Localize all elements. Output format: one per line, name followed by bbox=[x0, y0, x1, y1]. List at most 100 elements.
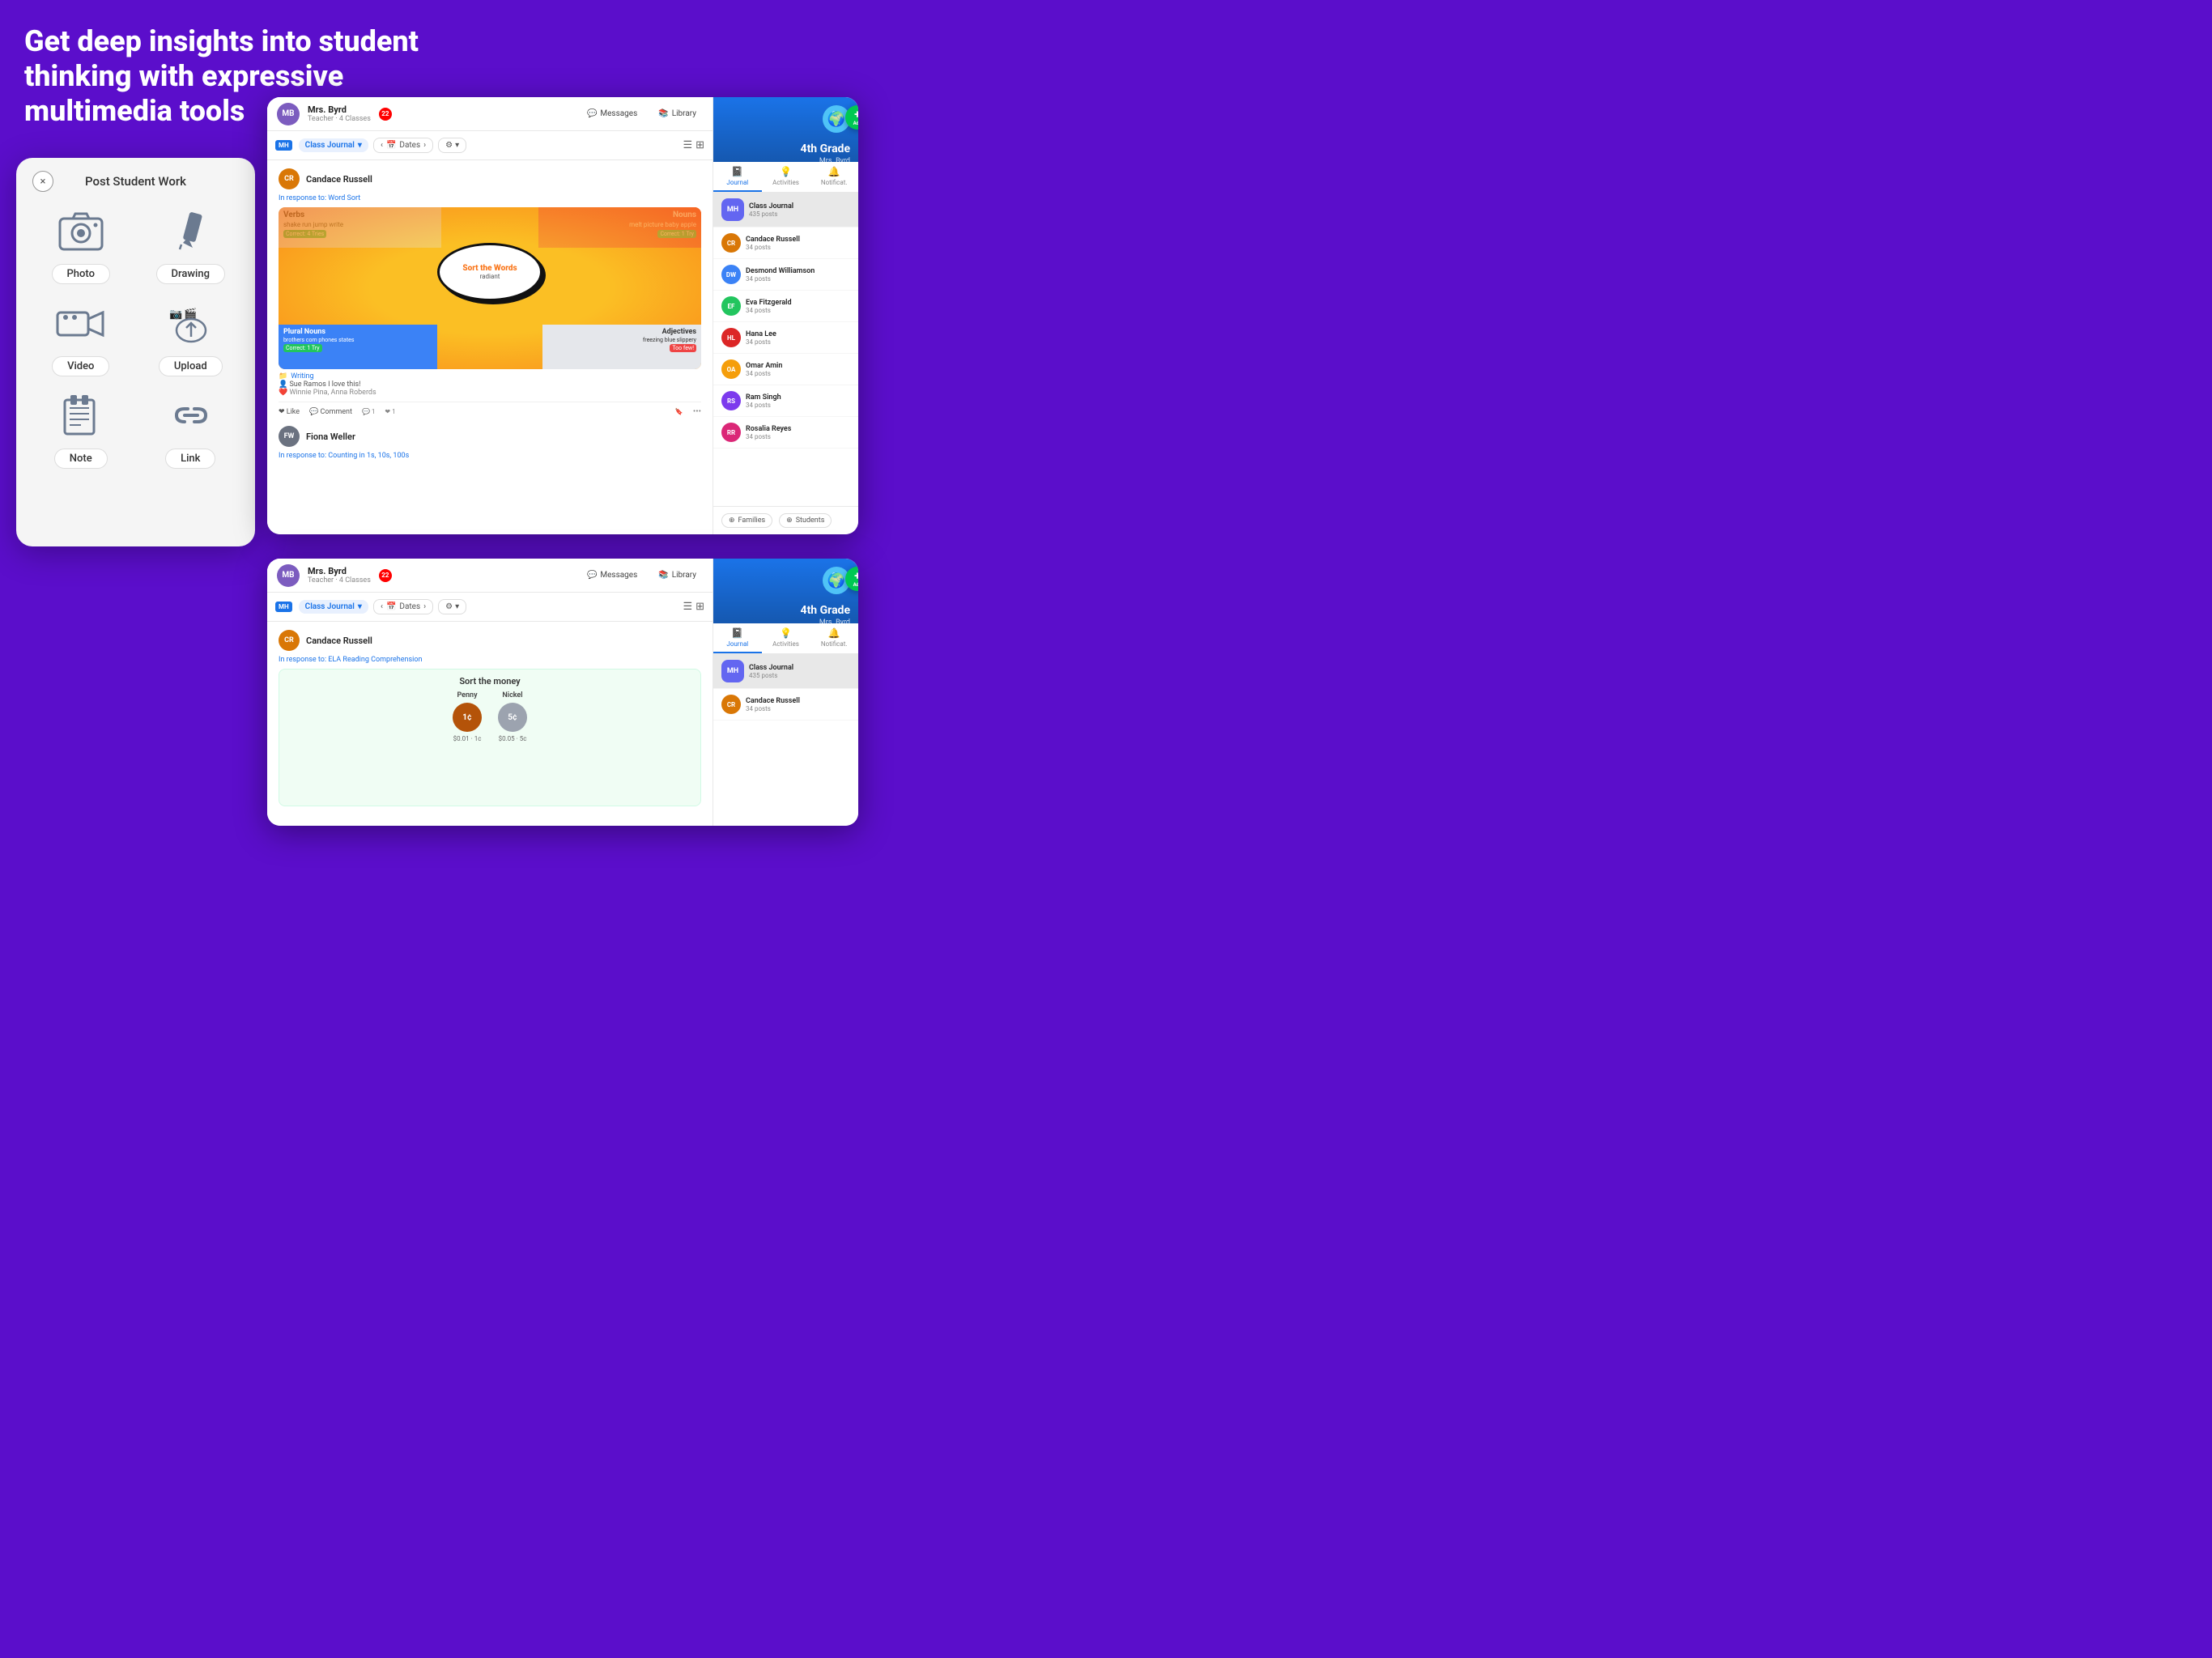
note-label: Note bbox=[54, 449, 108, 469]
sidebar-item-class-journal[interactable]: MH Class Journal 435 posts bbox=[713, 193, 858, 227]
eva-avatar: EF bbox=[721, 296, 741, 316]
photo-label: Photo bbox=[52, 264, 110, 284]
class-journal-avatar-2: MH bbox=[721, 660, 744, 682]
class-journal-info: Class Journal 435 posts bbox=[749, 202, 793, 218]
response-tag-3: In response to: ELA Reading Comprehensio… bbox=[279, 656, 701, 664]
post-likes-1: ❤️ Winnie Pina, Anna Roberds bbox=[279, 389, 701, 397]
filter-btn[interactable]: ⚙ ▾ bbox=[438, 138, 466, 153]
modal-item-link[interactable]: Link bbox=[143, 389, 240, 469]
tab-journal[interactable]: 📓 Journal bbox=[713, 162, 762, 192]
app-screenshot-2: MB Mrs. Byrd Teacher · 4 Classes 22 💬 Me… bbox=[267, 559, 858, 826]
money-row: Penny 1¢ $0.01 · 1c Nickel 5¢ $0.05 · 5c bbox=[453, 691, 527, 742]
filter-btn-2[interactable]: ⚙▾ bbox=[438, 599, 466, 614]
photo-icon bbox=[49, 205, 113, 257]
tab-activities-2[interactable]: 💡 Activities bbox=[762, 623, 810, 653]
view-btns-2: ☰ ⊞ bbox=[683, 601, 704, 613]
post-header-1: CR Candace Russell bbox=[279, 168, 701, 189]
response-tag-2: In response to: Counting in 1s, 10s, 100… bbox=[279, 452, 701, 460]
view-btns: ☰ ⊞ bbox=[683, 139, 704, 151]
sidebar-item-candace[interactable]: CR Candace Russell 34 posts bbox=[713, 227, 858, 259]
link-icon bbox=[158, 389, 223, 442]
sort-money-activity: Sort the money Penny 1¢ $0.01 · 1c Nicke… bbox=[279, 669, 701, 806]
upload-label: Upload bbox=[159, 356, 223, 376]
dates-filter[interactable]: ‹ 📅 Dates › bbox=[373, 138, 433, 153]
tab-notifications[interactable]: 🔔 Notificat. bbox=[810, 162, 858, 192]
sidebar-item-eva[interactable]: EF Eva Fitzgerald 34 posts bbox=[713, 291, 858, 322]
post-comment-1: 👤 Sue Ramos I love this! bbox=[279, 380, 701, 389]
tab-notif-2[interactable]: 🔔 Notificat. bbox=[810, 623, 858, 653]
penny-coin: 1¢ bbox=[453, 703, 482, 732]
modal-item-note[interactable]: Note bbox=[32, 389, 130, 469]
mh-logo-2: MH bbox=[275, 602, 292, 612]
families-btn[interactable]: ⊕ Families bbox=[721, 513, 772, 528]
like-btn[interactable]: ❤ Like bbox=[279, 408, 300, 416]
drawing-label: Drawing bbox=[156, 264, 225, 284]
messages-btn[interactable]: 💬 Messages bbox=[581, 106, 644, 121]
activities-tab-icon: 💡 bbox=[780, 166, 792, 177]
sidebar-item-hana[interactable]: HL Hana Lee 34 posts bbox=[713, 322, 858, 354]
list-view-btn-2[interactable]: ☰ bbox=[683, 601, 692, 613]
post-card-3: CR Candace Russell In response to: ELA R… bbox=[279, 630, 701, 806]
comment-btn[interactable]: 💬 Comment bbox=[309, 408, 352, 416]
journal-tab-icon: 📓 bbox=[731, 166, 743, 177]
omar-avatar: OA bbox=[721, 359, 741, 379]
sidebar-tabs-2: 📓 Journal 💡 Activities 🔔 Notificat. bbox=[713, 623, 858, 654]
bookmark-btn[interactable]: 🔖 bbox=[675, 408, 683, 415]
teacher-name: Mrs. Byrd bbox=[308, 104, 371, 115]
desmond-avatar: DW bbox=[721, 265, 741, 284]
candace-avatar: CR bbox=[721, 233, 741, 253]
sidebar-item-omar[interactable]: OA Omar Amin 34 posts bbox=[713, 354, 858, 385]
sidebar-class-journal-2[interactable]: MH Class Journal 435 posts bbox=[713, 654, 858, 689]
sidebar-tabs: 📓 Journal 💡 Activities 🔔 Notificat. bbox=[713, 162, 858, 193]
teacher-info-2: Mrs. Byrd Teacher · 4 Classes bbox=[308, 566, 371, 585]
modal-item-upload[interactable]: 📷 🎬 Upload bbox=[143, 297, 240, 376]
list-view-btn[interactable]: ☰ bbox=[683, 139, 692, 151]
sidebar-candace-2[interactable]: CR Candace Russell 34 posts bbox=[713, 689, 858, 721]
sidebar-list: MH Class Journal 435 posts CR Candace Ru… bbox=[713, 193, 858, 506]
filter-bar-2: MH Class Journal ▾ ‹ 📅 Dates › ⚙▾ ☰ ⊞ bbox=[267, 593, 713, 622]
messages-btn-2[interactable]: 💬 Messages bbox=[581, 568, 644, 583]
post-card-1: CR Candace Russell In response to: Word … bbox=[279, 168, 701, 416]
note-icon bbox=[49, 389, 113, 442]
journal-select[interactable]: Class Journal ▾ bbox=[299, 138, 368, 152]
filter-bar-1: MH Class Journal ▾ ‹ 📅 Dates › ⚙ ▾ ☰ ⊞ bbox=[267, 131, 713, 160]
upload-icon: 📷 🎬 bbox=[158, 297, 223, 350]
app-topbar-1: MB Mrs. Byrd Teacher · 4 Classes 22 💬 Me… bbox=[267, 97, 713, 131]
modal-close-button[interactable]: × bbox=[32, 171, 53, 192]
sidebar-header: 🌍 4th Grade Mrs. Byrd bbox=[713, 97, 858, 162]
teacher-avatar-2: MB bbox=[277, 564, 300, 587]
notification-badge-2: 22 bbox=[379, 569, 392, 582]
post-actions-1: ❤ Like 💬 Comment 💬 1 ❤ 1 🔖 ••• bbox=[279, 402, 701, 416]
like-count: ❤ 1 bbox=[385, 408, 395, 415]
post-avatar-candace: CR bbox=[279, 168, 300, 189]
post-name-candace: Candace Russell bbox=[306, 174, 372, 185]
post-avatar-3: CR bbox=[279, 630, 300, 651]
grade-title: 4th Grade bbox=[801, 142, 850, 155]
modal-item-drawing[interactable]: Drawing bbox=[143, 205, 240, 284]
modal-item-video[interactable]: Video bbox=[32, 297, 130, 376]
sidebar-item-ram[interactable]: RS Ram Singh 34 posts bbox=[713, 385, 858, 417]
tab-activities[interactable]: 💡 Activities bbox=[762, 162, 810, 192]
candace-avatar-2: CR bbox=[721, 695, 741, 714]
journal-select-2[interactable]: Class Journal ▾ bbox=[299, 600, 368, 614]
sidebar-item-rosalia[interactable]: RR Rosalia Reyes 34 posts bbox=[713, 417, 858, 449]
modal-item-photo[interactable]: Photo bbox=[32, 205, 130, 284]
post-name-fiona: Fiona Weller bbox=[306, 432, 355, 442]
students-btn[interactable]: ⊕ Students bbox=[779, 513, 832, 528]
more-btn[interactable]: ••• bbox=[693, 407, 701, 416]
post-card-2: FW Fiona Weller In response to: Counting… bbox=[279, 426, 701, 460]
library-btn-2[interactable]: 📚 Library bbox=[652, 568, 703, 583]
grid-view-btn[interactable]: ⊞ bbox=[696, 139, 704, 151]
grid-view-btn-2[interactable]: ⊞ bbox=[696, 601, 704, 613]
hana-avatar: HL bbox=[721, 328, 741, 347]
sidebar-item-desmond[interactable]: DW Desmond Williamson 34 posts bbox=[713, 259, 858, 291]
app-main-2: MB Mrs. Byrd Teacher · 4 Classes 22 💬 Me… bbox=[267, 559, 713, 826]
plural-section: Plural Nouns brothers corn phones states… bbox=[279, 325, 437, 369]
class-journal-avatar: MH bbox=[721, 198, 744, 221]
teacher-info: Mrs. Byrd Teacher · 4 Classes bbox=[308, 104, 371, 123]
tab-journal-2[interactable]: 📓 Journal bbox=[713, 623, 762, 653]
dates-filter-2[interactable]: ‹ 📅 Dates › bbox=[373, 599, 433, 614]
library-btn[interactable]: 📚 Library bbox=[652, 106, 703, 121]
svg-text:📷: 📷 bbox=[169, 308, 182, 321]
rosalia-avatar: RR bbox=[721, 423, 741, 442]
